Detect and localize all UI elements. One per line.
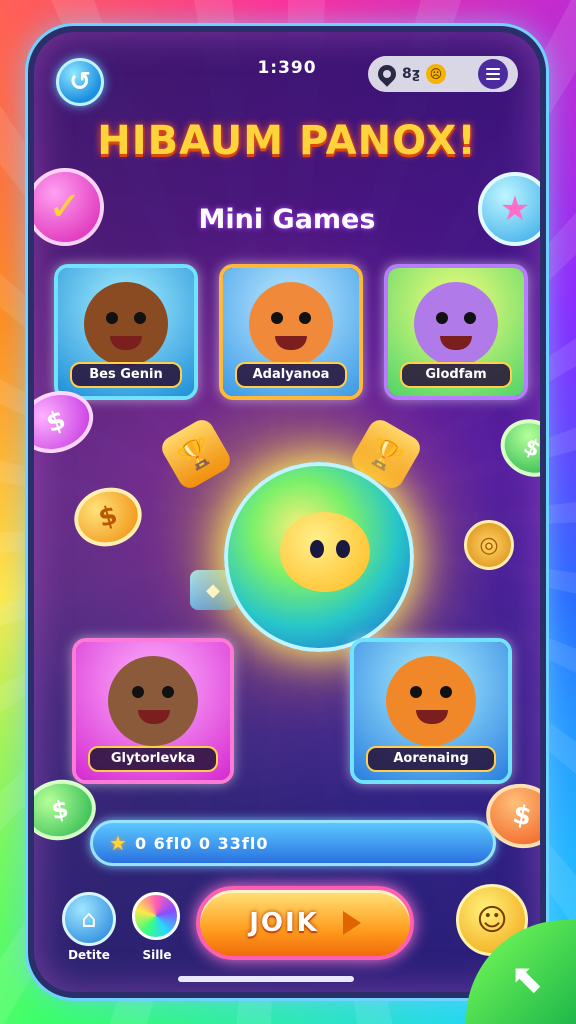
game-card-2[interactable]: Adalyanoa [219,264,363,400]
star-badge-icon[interactable]: ★ [478,172,540,246]
page-title: HIBAUM PANOX! [97,118,477,164]
green-coin-icon: $ [491,409,540,487]
cat-character-icon [414,282,498,366]
game-card-5[interactable]: Aorenaing [350,638,512,784]
home-icon: ⌂ [81,905,97,933]
status-bar: ↺ 1:390 8ƺ ☹ [34,32,540,112]
status-pill[interactable]: 8ƺ ☹ [368,56,518,92]
shop-label: Sille [142,948,172,962]
wink-face-icon: ☺ [476,902,508,938]
game-card-4[interactable]: Glytorlevka [72,638,234,784]
shop-button[interactable] [132,892,180,940]
home-label: Detite [68,948,110,962]
center-orb[interactable] [224,462,414,652]
game-card-1[interactable]: Bes Genin [54,264,198,400]
fox-character-icon [386,656,476,746]
fox-character-icon [249,282,333,366]
menu-icon[interactable] [478,59,508,89]
game-card-label: Aorenaing [366,746,496,772]
phone-frame: ↺ 1:390 8ƺ ☹ HIBAUM PANOX! Mini Games ✓ … [28,26,546,998]
bear-character-icon [108,656,198,746]
location-pin-icon [374,61,400,87]
smiley-face-icon [280,512,370,592]
join-label: JOIK [249,908,319,938]
section-subtitle: Mini Games [198,204,376,235]
play-icon [342,911,361,935]
home-indicator [178,976,354,982]
gold-coin-icon: $ [67,480,149,554]
game-card-3[interactable]: Glodfam [384,264,528,400]
bear-character-icon [84,282,168,366]
coin-face-icon: ☹ [425,64,446,84]
check-badge-icon[interactable]: ✓ [34,168,104,246]
green-coin-icon: $ [34,774,101,846]
gold-spiral-coin-icon: ◎ [464,520,514,570]
score-progress-bar: ★ 0 6fl0 0 33fl0 [90,820,496,866]
game-card-label: Bes Genin [70,362,182,388]
status-pill-text: 8ƺ [402,66,420,82]
star-icon: ★ [109,831,127,855]
game-card-label: Glodfam [400,362,512,388]
game-card-label: Adalyanoa [235,362,347,388]
trophy-icon: 🏆 [157,415,235,493]
score-text: 0 6fl0 0 33fl0 [134,833,269,853]
home-button[interactable]: ⌂ [62,892,116,946]
game-card-label: Glytorlevka [88,746,218,772]
join-button[interactable]: JOIK [196,886,414,960]
